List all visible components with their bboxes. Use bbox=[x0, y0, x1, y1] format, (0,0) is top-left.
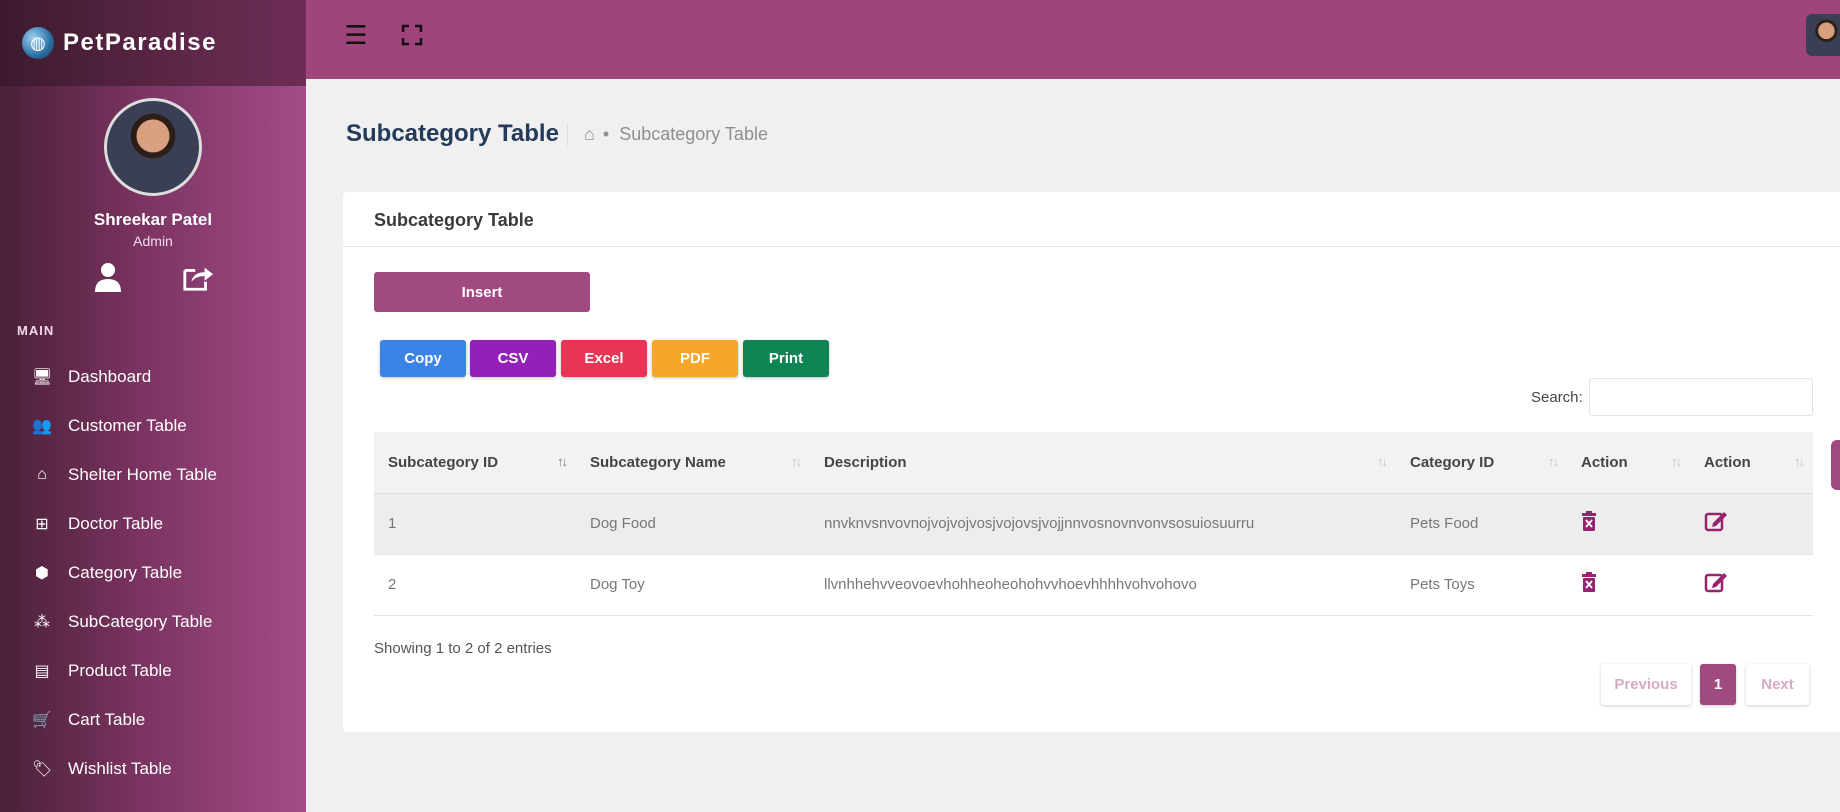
search-label: Search: bbox=[1531, 389, 1583, 406]
hamburger-menu-icon[interactable]: ☰ bbox=[341, 20, 371, 50]
cell-edit bbox=[1690, 554, 1813, 615]
breadcrumb-dot: • bbox=[602, 124, 610, 144]
sidebar-item-wishlist[interactable]: 🏷 Wishlist Table bbox=[0, 744, 306, 793]
sidebar-item-product[interactable]: ▤ Product Table bbox=[0, 646, 306, 695]
col-action-delete[interactable]: Action ↑↓ bbox=[1567, 432, 1690, 494]
logout-share-icon[interactable] bbox=[182, 261, 214, 293]
col-category-id[interactable]: Category ID ↑↓ bbox=[1396, 432, 1567, 494]
cell-name: Dog Toy bbox=[590, 576, 645, 593]
brand[interactable]: ◍ PetParadise bbox=[0, 0, 306, 86]
pdf-button[interactable]: PDF bbox=[652, 340, 738, 377]
page-1-button[interactable]: 1 bbox=[1700, 664, 1736, 705]
excel-button[interactable]: Excel bbox=[561, 340, 647, 377]
profile: Shreekar Patel Admin bbox=[0, 98, 306, 293]
profile-name: Shreekar Patel bbox=[93, 210, 213, 229]
sidebar-item-label: Cart Table bbox=[68, 709, 146, 729]
sidebar-item-doctor[interactable]: ⊞ Doctor Table bbox=[0, 499, 306, 548]
sidebar-item-label: Product Table bbox=[68, 660, 172, 680]
sidebar-nav: 🖥 Dashboard 👥 Customer Table ⌂ Shelter Home… bbox=[0, 352, 306, 793]
table-row: 1 Dog Food nnvknvsnvovnojvojvojvosjvojov… bbox=[374, 493, 1813, 554]
cell-delete bbox=[1567, 554, 1690, 615]
edit-icon[interactable] bbox=[1704, 511, 1728, 537]
cell-id: 2 bbox=[388, 576, 397, 593]
sidebar-item-shelter-home[interactable]: ⌂ Shelter Home Table bbox=[0, 450, 306, 499]
topbar: ☰ bbox=[306, 0, 1840, 79]
sidebar-item-label: Doctor Table bbox=[68, 513, 164, 533]
sort-icon: ↑↓ bbox=[1548, 454, 1559, 469]
sidebar-item-dashboard[interactable]: 🖥 Dashboard bbox=[0, 352, 306, 401]
monitor-icon: 🖥 bbox=[32, 368, 53, 386]
cell-delete bbox=[1567, 493, 1690, 554]
cube-icon: ⬢ bbox=[35, 564, 49, 582]
nav-section-label: MAIN bbox=[17, 323, 55, 338]
globe-logo-icon: ◍ bbox=[22, 27, 54, 59]
cart-icon: 🛒 bbox=[32, 711, 52, 729]
insert-button[interactable]: Insert bbox=[374, 272, 590, 312]
search-input[interactable] bbox=[1589, 378, 1813, 416]
breadcrumb: ⌂ • Subcategory Table bbox=[568, 124, 768, 145]
sidebar-item-label: Wishlist Table bbox=[68, 758, 172, 778]
cell-category: Pets Food bbox=[1410, 515, 1479, 532]
sidebar: ◍ PetParadise Shreekar Patel Admin MAIN … bbox=[0, 0, 306, 812]
home-icon: ⌂ bbox=[37, 465, 47, 483]
sidebar-item-cart[interactable]: 🛒 Cart Table bbox=[0, 695, 306, 744]
col-subcategory-id[interactable]: Subcategory ID ↑↓ bbox=[374, 432, 576, 494]
table-card: Subcategory Table Insert Copy CSV Excel … bbox=[343, 192, 1840, 732]
tags-icon: 🏷 bbox=[32, 760, 53, 778]
cell-name: Dog Food bbox=[590, 515, 656, 532]
sort-asc-icon: ↑↓ bbox=[557, 454, 568, 469]
sort-icon: ↑↓ bbox=[1671, 454, 1682, 469]
copy-button[interactable]: Copy bbox=[380, 340, 466, 377]
settings-side-tab[interactable] bbox=[1831, 440, 1840, 490]
sidebar-item-label: SubCategory Table bbox=[68, 611, 213, 631]
csv-button[interactable]: CSV bbox=[470, 340, 556, 377]
edit-icon[interactable] bbox=[1704, 572, 1728, 598]
sort-icon: ↑↓ bbox=[1377, 454, 1388, 469]
sidebar-item-category[interactable]: ⬢ Category Table bbox=[0, 548, 306, 597]
card-title: Subcategory Table bbox=[343, 192, 1840, 247]
cell-id: 1 bbox=[388, 515, 397, 532]
profile-role: Admin bbox=[133, 233, 173, 249]
table-header-row: Subcategory ID ↑↓ Subcategory Name ↑↓ Desc… bbox=[374, 432, 1813, 494]
user-icon[interactable] bbox=[92, 261, 124, 293]
cell-edit bbox=[1690, 493, 1813, 554]
home-icon[interactable]: ⌂ bbox=[584, 124, 595, 145]
sort-icon: ↑↓ bbox=[1794, 454, 1805, 469]
cell-description: llvnhhehvveovoevhohheoheohohvvhoevhhhhvo… bbox=[824, 576, 1197, 593]
archive-icon: ▤ bbox=[34, 662, 50, 680]
print-button[interactable]: Print bbox=[743, 340, 829, 377]
brand-name: PetParadise bbox=[63, 29, 217, 56]
profile-avatar bbox=[104, 98, 202, 196]
page-title: Subcategory Table bbox=[346, 120, 559, 147]
cell-description: nnvknvsnvovnojvojvojvosjvojovsjvojjnnvos… bbox=[824, 515, 1255, 532]
sidebar-item-label: Shelter Home Table bbox=[68, 464, 217, 484]
delete-icon[interactable] bbox=[1581, 510, 1597, 536]
subcategory-table: Subcategory ID ↑↓ Subcategory Name ↑↓ Desc… bbox=[374, 432, 1813, 616]
users-icon: 👥 bbox=[32, 417, 52, 435]
delete-icon[interactable] bbox=[1581, 571, 1597, 597]
medical-plus-icon: ⊞ bbox=[35, 515, 49, 533]
table-info: Showing 1 to 2 of 2 entries bbox=[374, 640, 552, 657]
col-description[interactable]: Description ↑↓ bbox=[810, 432, 1396, 494]
cell-category: Pets Toys bbox=[1410, 576, 1475, 593]
user-avatar[interactable] bbox=[1806, 14, 1840, 56]
sort-icon: ↑↓ bbox=[791, 454, 802, 469]
breadcrumb-current: Subcategory Table bbox=[619, 124, 768, 144]
table-row: 2 Dog Toy llvnhhehvveovoevhohheoheohohvv… bbox=[374, 554, 1813, 615]
sidebar-item-subcategory[interactable]: ⁂ SubCategory Table bbox=[0, 597, 306, 646]
fullscreen-icon[interactable] bbox=[397, 20, 427, 50]
previous-button[interactable]: Previous bbox=[1601, 664, 1691, 705]
sidebar-item-label: Category Table bbox=[68, 562, 183, 582]
col-action-edit[interactable]: Action ↑↓ bbox=[1690, 432, 1813, 494]
col-subcategory-name[interactable]: Subcategory Name ↑↓ bbox=[576, 432, 810, 494]
next-button[interactable]: Next bbox=[1746, 664, 1809, 705]
sidebar-item-label: Dashboard bbox=[68, 366, 152, 386]
cubes-icon: ⁂ bbox=[34, 613, 50, 631]
sidebar-item-customer[interactable]: 👥 Customer Table bbox=[0, 401, 306, 450]
sidebar-item-label: Customer Table bbox=[68, 415, 187, 435]
